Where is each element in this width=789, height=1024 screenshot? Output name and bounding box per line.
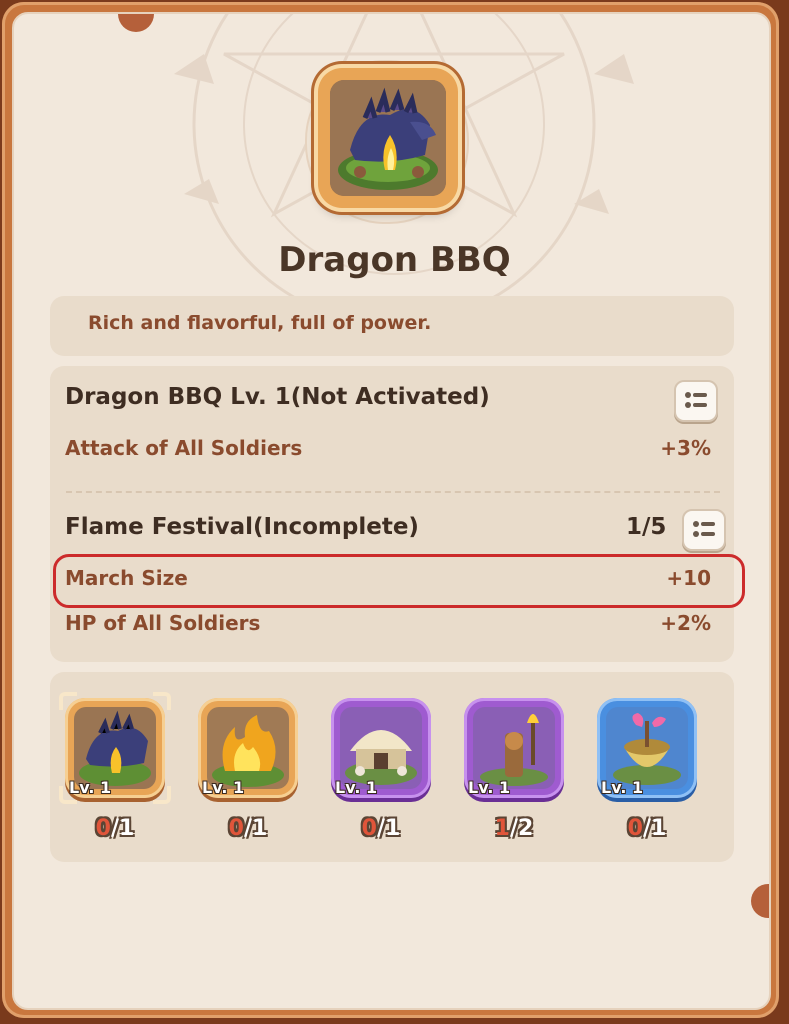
item-level: Lv. 1: [202, 778, 245, 797]
stat-value: +3%: [660, 436, 711, 460]
dragon-bbq-icon: [74, 707, 156, 789]
list-icon: [693, 521, 715, 537]
stat-value: +10: [666, 566, 711, 590]
stat-label: March Size: [65, 566, 188, 590]
set-bonus-details-button[interactable]: [682, 509, 726, 551]
item-level: Lv. 1: [468, 778, 511, 797]
description-card: Rich and flavorful, full of power.: [50, 296, 734, 356]
cauldron-icon: [606, 707, 688, 789]
item-level: Lv. 1: [601, 778, 644, 797]
set-item-bone-hut[interactable]: Lv. 1: [331, 698, 431, 798]
set-item-dragon-bbq[interactable]: Lv. 1: [59, 692, 171, 804]
frame-notch: [751, 884, 769, 918]
stat-value: +2%: [660, 611, 711, 635]
set-item-cauldron[interactable]: Lv. 1: [597, 698, 697, 798]
stat-label: Attack of All Soldiers: [65, 436, 303, 460]
item-count: 1/2: [494, 816, 534, 841]
dragon-bbq-icon: [330, 80, 446, 196]
item-count: 0/1: [228, 816, 268, 841]
item-count: 0/1: [627, 816, 667, 841]
selection-corner: [59, 692, 77, 710]
hero-item-tile: [318, 68, 458, 208]
item-count: 0/1: [95, 816, 135, 841]
selection-corner: [153, 692, 171, 710]
bone-hut-icon: [340, 707, 422, 789]
level-effect-heading: Dragon BBQ Lv. 1(Not Activated): [65, 384, 490, 410]
selection-corner: [153, 786, 171, 804]
divider: [66, 491, 720, 493]
bonfire-icon: [207, 707, 289, 789]
stat-label: HP of All Soldiers: [65, 611, 261, 635]
torch-totem-icon: [473, 707, 555, 789]
selection-corner: [59, 786, 77, 804]
set-progress: 1/5: [626, 514, 667, 540]
list-icon: [685, 392, 707, 408]
item-level: Lv. 1: [335, 778, 378, 797]
level-effect-details-button[interactable]: [674, 380, 718, 422]
item-description: Rich and flavorful, full of power.: [88, 312, 432, 334]
item-count: 0/1: [361, 816, 401, 841]
item-title: Dragon BBQ: [278, 240, 511, 280]
set-item-torch-totem[interactable]: Lv. 1: [464, 698, 564, 798]
set-item-bonfire[interactable]: Lv. 1: [198, 698, 298, 798]
set-bonus-heading: Flame Festival(Incomplete): [65, 514, 419, 540]
